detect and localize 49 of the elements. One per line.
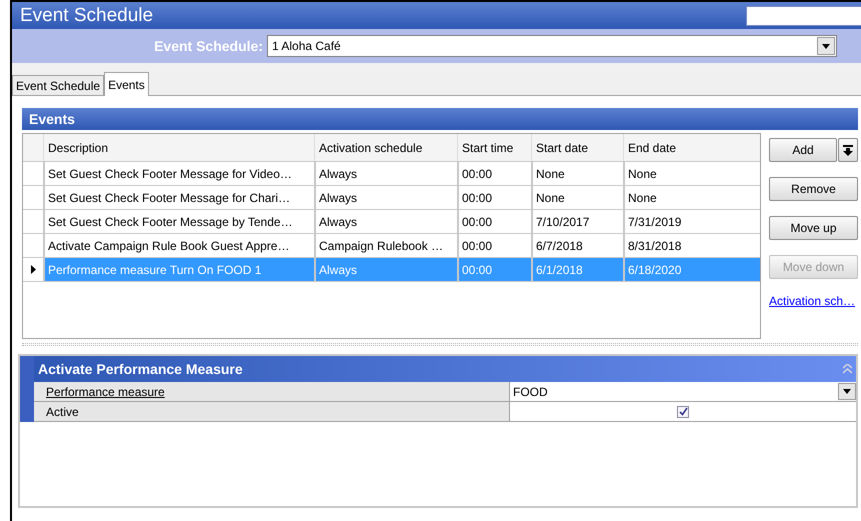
table-cell: None	[623, 162, 760, 185]
action-button[interactable]: Remove	[769, 177, 858, 201]
table-cell: Set Guest Check Footer Message for Video…	[43, 162, 314, 185]
column-header[interactable]: Start time	[457, 134, 531, 161]
table-cell: 7/31/2019	[623, 210, 760, 233]
row-pointer-icon	[30, 265, 36, 274]
tab[interactable]: Events	[104, 72, 149, 96]
field-label: Event Schedule:	[153, 36, 263, 56]
caret-icon	[843, 389, 851, 394]
table-cell: Always	[314, 186, 457, 209]
action-button[interactable]: Add	[769, 138, 837, 162]
table-cell: None	[623, 186, 760, 209]
table-row[interactable]: Set Guest Check Footer Message by Tende… Always 00:00 7/10/2017 7/31/2019	[23, 210, 760, 234]
table-cell: 00:00	[457, 258, 531, 281]
dropdown-button[interactable]	[838, 138, 858, 162]
table-cell: 00:00	[457, 186, 531, 209]
table-cell: Always	[314, 162, 457, 185]
table-cell: Always	[314, 210, 457, 233]
column-header[interactable]: End date	[623, 134, 760, 161]
table-cell: Set Guest Check Footer Message by Tende…	[43, 210, 314, 233]
checkbox[interactable]	[677, 406, 689, 418]
caret-icon	[822, 44, 830, 48]
table-cell: None	[531, 186, 623, 209]
action-button[interactable]: Move up	[769, 216, 858, 240]
table-cell: 6/18/2020	[623, 258, 760, 281]
property-label: Active	[34, 402, 510, 421]
property-label: Performance measure	[34, 382, 510, 401]
panel-title: Events	[29, 110, 75, 128]
column-header[interactable]: Description	[43, 134, 314, 161]
table-cell: 00:00	[457, 210, 531, 233]
table-cell: 7/10/2017	[531, 210, 623, 233]
table-row[interactable]: Set Guest Check Footer Message for Chari… Always 00:00 None None	[23, 186, 760, 210]
panel-title: Activate Performance Measure	[38, 360, 243, 378]
arrow-down-icon	[843, 144, 853, 156]
activation-schedule-link[interactable]: Activation sch…	[769, 292, 858, 310]
table-cell: None	[531, 162, 623, 185]
search-field[interactable]	[746, 6, 861, 26]
window-title: Event Schedule	[20, 6, 154, 25]
panel-stripe	[20, 356, 34, 422]
schedule-dropdown[interactable]: 1 Aloha Café	[267, 35, 837, 57]
tab[interactable]: Event Schedule	[12, 75, 104, 95]
table-cell: 00:00	[457, 162, 531, 185]
table-cell: Set Guest Check Footer Message for Chari…	[43, 186, 314, 209]
table-cell: Always	[314, 258, 457, 281]
column-header[interactable]: Start date	[531, 134, 623, 161]
table-row[interactable]: Set Guest Check Footer Message for Video… Always 00:00 None None	[23, 162, 760, 186]
table-cell: 6/1/2018	[531, 258, 623, 281]
column-header[interactable]: Activation schedule	[314, 134, 457, 161]
table-cell: Performance measure Turn On FOOD 1	[43, 258, 314, 281]
